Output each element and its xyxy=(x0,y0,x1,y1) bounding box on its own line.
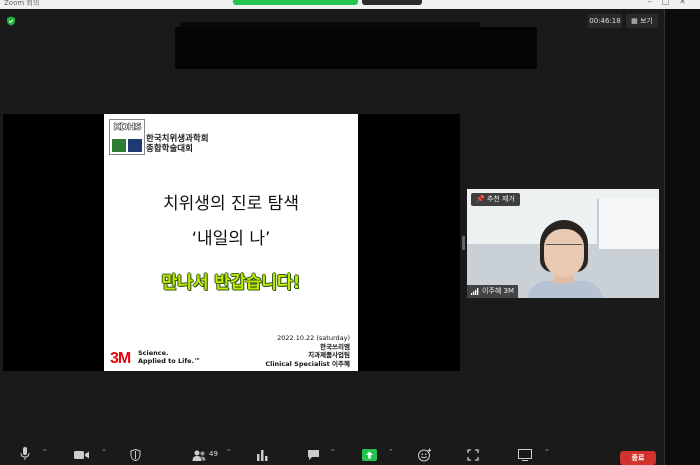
screen-share-banner[interactable] xyxy=(233,0,358,5)
redacted-banner xyxy=(175,27,537,69)
audio-options-caret[interactable]: ⌃ xyxy=(42,448,48,456)
meeting-timer: 00:46:18 xyxy=(588,14,622,28)
side-strip xyxy=(664,9,700,465)
share-options-banner[interactable] xyxy=(362,0,422,5)
whiteboard-options-caret[interactable]: ⌃ xyxy=(544,448,550,456)
security-shield-icon xyxy=(130,449,141,461)
participants-button[interactable] xyxy=(192,440,206,465)
bar-chart-icon xyxy=(257,450,268,461)
society-logo: KDHS xyxy=(109,119,145,155)
security-button[interactable] xyxy=(130,440,141,465)
apps-button[interactable] xyxy=(467,440,479,465)
brand-logo: 3M xyxy=(110,350,131,367)
view-label: 보기 xyxy=(639,17,653,25)
video-options-caret[interactable]: ⌃ xyxy=(101,448,107,456)
signal-strength-icon xyxy=(471,287,479,295)
smiley-icon xyxy=(418,448,432,462)
chat-options-caret[interactable]: ⌃ xyxy=(330,448,336,456)
video-button[interactable] xyxy=(74,440,90,465)
expand-frame-icon xyxy=(467,449,479,461)
organization-name: 한국치위생과학회 종합학술대회 xyxy=(146,134,209,154)
mute-button[interactable] xyxy=(20,440,30,465)
participant-video[interactable]: 📌 추천 제거 이주혜 3M xyxy=(467,189,659,298)
participants-icon xyxy=(192,450,206,461)
view-grid-icon: ▦ xyxy=(631,17,638,25)
brand-tagline: Science. Applied to Life.™ xyxy=(138,349,201,365)
end-meeting-button[interactable]: 종료 xyxy=(620,451,656,465)
microphone-icon xyxy=(20,447,30,460)
division-name: 치과제품사업팀 xyxy=(308,351,350,359)
pin-icon: 📌 xyxy=(476,195,485,203)
meeting-toolbar: ⌃ ⌃ 49 ⌃ ⌃ ⌃ ⌃ 종료 xyxy=(0,440,664,465)
view-button[interactable]: ▦ 보기 xyxy=(626,14,658,28)
reactions-button[interactable] xyxy=(418,440,432,465)
slide-title: 치위생의 진로 탐색 xyxy=(163,194,299,214)
split-resize-handle[interactable] xyxy=(462,236,465,250)
presenter-info: 2022.10.22 (saturday) 한국쓰리엠 치과제품사업팀 Clin… xyxy=(265,334,350,368)
company-name: 한국쓰리엠 xyxy=(320,342,350,351)
polls-button[interactable] xyxy=(256,440,268,465)
presentation-date: 2022.10.22 (saturday) xyxy=(277,334,350,342)
window-controls[interactable]: –□✕ xyxy=(648,0,696,6)
encryption-shield-icon[interactable] xyxy=(6,16,16,26)
whiteboard-icon xyxy=(518,449,532,461)
share-screen-icon xyxy=(362,449,377,461)
slide-subtitle: ‘내일의 나’ xyxy=(191,229,271,249)
participants-count: 49 xyxy=(209,450,218,458)
slide-greeting: 만나서 반갑습니다! xyxy=(161,273,301,293)
presenter-name: Clinical Specialist 이주혜 xyxy=(265,359,350,368)
participant-name-label: 이주혜 3M xyxy=(467,285,519,298)
camera-icon xyxy=(74,451,89,459)
remove-spotlight-button[interactable]: 📌 추천 제거 xyxy=(471,193,520,206)
window-title: Zoom 회의 xyxy=(4,0,40,7)
whiteboard-button[interactable] xyxy=(518,440,532,465)
share-options-caret[interactable]: ⌃ xyxy=(388,448,394,456)
share-screen-button[interactable] xyxy=(362,440,377,465)
chat-button[interactable] xyxy=(307,440,320,465)
participants-options-caret[interactable]: ⌃ xyxy=(226,448,232,456)
chat-icon xyxy=(308,450,319,460)
window-titlebar: Zoom 회의 –□✕ xyxy=(0,0,700,9)
presentation-slide: KDHS 한국치위생과학회 종합학술대회 치위생의 진로 탐색 ‘내일의 나’ … xyxy=(104,114,358,371)
